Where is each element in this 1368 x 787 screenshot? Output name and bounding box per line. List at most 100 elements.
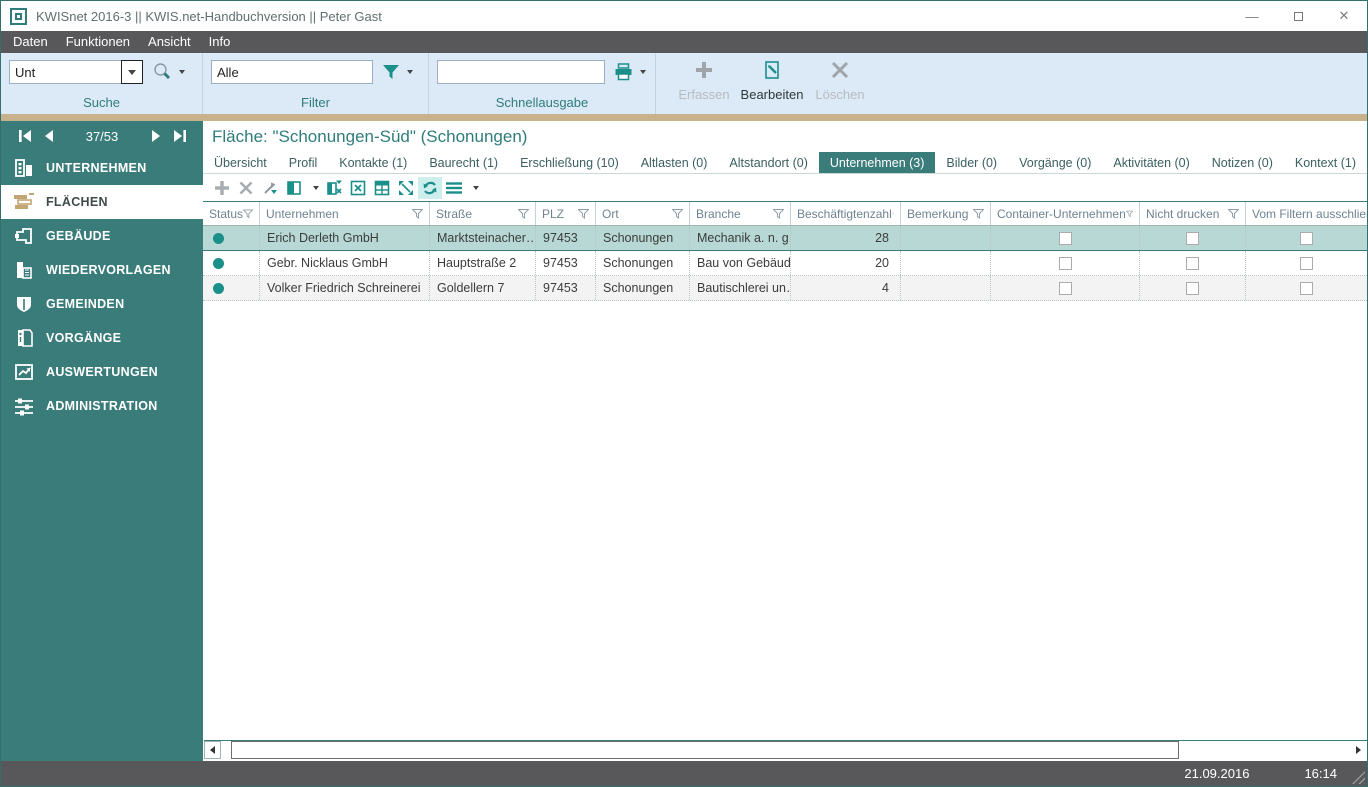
scroll-left-button[interactable] — [204, 741, 221, 759]
sidebar-item-gemeinden[interactable]: GEMEINDEN — [1, 287, 203, 321]
resize-grip[interactable] — [1352, 771, 1365, 784]
clear-sort-icon[interactable] — [258, 177, 282, 199]
refresh-icon[interactable] — [418, 176, 442, 199]
vom-filtern-checkbox[interactable] — [1300, 231, 1313, 245]
choose-columns-icon[interactable] — [282, 177, 306, 199]
printer-icon[interactable] — [614, 63, 633, 81]
container-unternehmen-checkbox[interactable] — [1058, 231, 1072, 245]
record-counter: 37/53 — [85, 128, 119, 144]
table-layout-icon[interactable] — [370, 177, 394, 199]
quick-output-caret[interactable] — [640, 70, 646, 74]
minimize-button[interactable]: — — [1229, 1, 1275, 31]
column-header-plz[interactable]: PLZ — [536, 202, 596, 225]
menu-daten[interactable]: Daten — [4, 31, 57, 53]
nicht-drucken-checkbox[interactable] — [1186, 231, 1199, 245]
search-group-label: Suche — [83, 95, 120, 110]
last-record-button[interactable] — [167, 126, 191, 146]
maximize-button[interactable] — [1275, 1, 1321, 31]
column-header-unternehmen[interactable]: Unternehmen — [260, 202, 430, 225]
column-header-vom-filtern[interactable]: Vom Filtern ausschließen — [1246, 202, 1367, 225]
tab-notizen[interactable]: Notizen (0) — [1201, 152, 1284, 173]
remove-column-icon[interactable] — [322, 177, 346, 199]
tab-vorgaenge[interactable]: Vorgänge (0) — [1008, 152, 1102, 173]
bemerkung-cell — [901, 251, 991, 275]
nicht-drucken-checkbox[interactable] — [1186, 256, 1199, 270]
table-row[interactable]: Gebr. Nicklaus GmbH Hauptstraße 2 97453 … — [203, 251, 1367, 276]
sidebar-item-gebaeude[interactable]: GEBÄUDE — [1, 219, 203, 253]
sidebar-item-administration[interactable]: ADMINISTRATION — [1, 389, 203, 423]
bemerkung-cell — [901, 276, 991, 300]
filter-options-caret[interactable] — [407, 70, 413, 74]
close-button[interactable]: ✕ — [1321, 1, 1367, 31]
branche-cell: Bau von Gebäud… — [690, 251, 791, 275]
tab-profil[interactable]: Profil — [278, 152, 328, 173]
menu-ansicht[interactable]: Ansicht — [139, 31, 200, 53]
tab-kontext[interactable]: Kontext (1) — [1284, 152, 1367, 173]
branche-cell: Mechanik a. n. g. — [690, 226, 791, 250]
column-header-beschaeftigtenzahl[interactable]: Beschäftigtenzahl — [791, 202, 901, 225]
column-header-nicht-drucken[interactable]: Nicht drucken — [1140, 202, 1246, 225]
vom-filtern-checkbox[interactable] — [1300, 256, 1313, 270]
column-header-status[interactable]: Status — [203, 202, 260, 225]
tab-baurecht[interactable]: Baurecht (1) — [418, 152, 509, 173]
delete-icon[interactable] — [234, 177, 258, 199]
search-options-caret[interactable] — [179, 70, 185, 74]
bearbeiten-button[interactable]: Bearbeiten — [738, 57, 806, 114]
first-record-button[interactable] — [13, 126, 37, 146]
choose-columns-caret[interactable] — [313, 185, 319, 190]
filter-funnel-icon — [672, 208, 683, 219]
filter-funnel-icon — [412, 208, 423, 219]
column-header-ort[interactable]: Ort — [596, 202, 690, 225]
vom-filtern-checkbox[interactable] — [1300, 281, 1313, 295]
tab-unternehmen[interactable]: Unternehmen (3) — [818, 152, 936, 173]
menu-info[interactable]: Info — [200, 31, 240, 53]
menu-icon[interactable] — [442, 177, 466, 199]
sidebar-item-flaechen[interactable]: FLÄCHEN — [1, 185, 203, 219]
sidebar-item-unternehmen[interactable]: UNTERNEHMEN — [1, 151, 203, 185]
horizontal-scrollbar — [204, 740, 1367, 759]
column-header-branche[interactable]: Branche — [690, 202, 791, 225]
column-header-bemerkung[interactable]: Bemerkung — [901, 202, 991, 225]
filter-input[interactable] — [211, 60, 373, 84]
menu-caret[interactable] — [473, 185, 479, 190]
erfassen-button[interactable]: Erfassen — [670, 57, 738, 114]
previous-record-button[interactable] — [37, 126, 61, 146]
table-row[interactable]: Erich Derleth GmbH Marktsteinacher… 9745… — [203, 226, 1367, 251]
tab-kontakte[interactable]: Kontakte (1) — [328, 152, 418, 173]
sidebar-item-wiedervorlagen[interactable]: WIEDERVORLAGEN — [1, 253, 203, 287]
loeschen-button[interactable]: Löschen — [806, 57, 874, 114]
tab-altstandort[interactable]: Altstandort (0) — [718, 152, 819, 173]
export-excel-icon[interactable] — [346, 177, 370, 199]
sidebar-item-auswertungen[interactable]: AUSWERTUNGEN — [1, 355, 203, 389]
search-dropdown-button[interactable] — [121, 60, 143, 84]
tab-erschliessung[interactable]: Erschließung (10) — [509, 152, 630, 173]
tab-bar: Übersicht Profil Kontakte (1) Baurecht (… — [203, 152, 1367, 174]
tab-bilder[interactable]: Bilder (0) — [935, 152, 1008, 173]
scrollbar-thumb[interactable] — [231, 741, 1180, 759]
table-row[interactable]: Volker Friedrich Schreinerei Goldellern … — [203, 276, 1367, 301]
search-icon[interactable] — [152, 62, 172, 82]
nicht-drucken-cell — [1140, 226, 1246, 250]
filter-funnel-icon — [518, 208, 529, 219]
column-header-strasse[interactable]: Straße — [430, 202, 536, 225]
filter-group-label: Filter — [301, 95, 330, 110]
filter-funnel-icon[interactable] — [382, 63, 400, 81]
next-record-button[interactable] — [143, 126, 167, 146]
column-header-container-unternehmen[interactable]: Container-Unternehmen — [991, 202, 1140, 225]
quick-output-input[interactable] — [437, 60, 605, 84]
scrollbar-track[interactable] — [221, 741, 1350, 759]
add-icon[interactable] — [210, 177, 234, 199]
edit-icon — [762, 57, 782, 83]
nicht-drucken-checkbox[interactable] — [1186, 281, 1199, 295]
tab-aktivitaeten[interactable]: Aktivitäten (0) — [1102, 152, 1200, 173]
sidebar-item-vorgaenge[interactable]: VORGÄNGE — [1, 321, 203, 355]
fit-columns-icon[interactable] — [394, 177, 418, 199]
unternehmen-cell: Erich Derleth GmbH — [260, 226, 430, 250]
search-input[interactable] — [9, 60, 121, 84]
tab-altlasten[interactable]: Altlasten (0) — [630, 152, 719, 173]
tab-uebersicht[interactable]: Übersicht — [203, 152, 278, 173]
container-unternehmen-checkbox[interactable] — [1058, 256, 1072, 270]
menu-funktionen[interactable]: Funktionen — [57, 31, 139, 53]
scroll-right-button[interactable] — [1350, 741, 1367, 759]
container-unternehmen-checkbox[interactable] — [1058, 281, 1072, 295]
